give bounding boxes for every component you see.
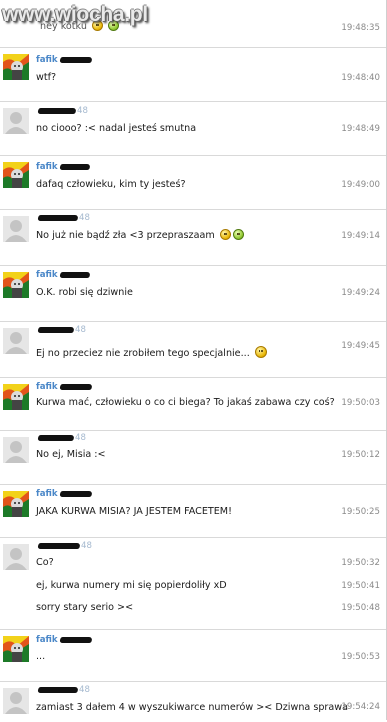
username[interactable]: 48 [36, 106, 88, 116]
message-line: No ej, Misia :< [36, 449, 106, 460]
chat-message: fafik Kurwa mać, człowieku o co ci biega… [0, 378, 387, 431]
username[interactable]: fafik [36, 489, 93, 499]
avatar-default[interactable] [3, 437, 29, 463]
message-time: 19:49:45 [341, 341, 380, 351]
message-line: Kurwa mać, człowieku o co ci biega? To j… [36, 397, 335, 408]
watermark: www.wiocha.pl [2, 3, 148, 26]
message-time: 19:48:35 [341, 23, 380, 33]
message-time: 19:50:41 [341, 581, 380, 591]
username[interactable]: 48 [36, 541, 92, 551]
username[interactable]: fafik [36, 382, 93, 392]
message-time: 19:48:49 [341, 124, 380, 134]
avatar-default[interactable] [3, 544, 29, 570]
avatar-default[interactable] [3, 108, 29, 134]
message-text: dafaq człowieku, kim ty jesteś? [36, 179, 186, 190]
message-time: 19:48:40 [341, 73, 380, 83]
username[interactable]: 48 [36, 685, 90, 695]
username[interactable]: fafik [36, 270, 91, 280]
message-text: No już nie bądź zła <3 przepraszaam [36, 230, 215, 241]
avatar-default[interactable] [3, 328, 29, 354]
avatar-fafik[interactable] [3, 54, 29, 80]
username[interactable]: 48 [36, 433, 86, 443]
chat-message: fafik dafaq człowieku, kim ty jesteś? 19… [0, 156, 387, 210]
chat-message: 48 no ciooo? :< nadal jesteś smutna 19:4… [0, 102, 387, 156]
message-text: Kurwa mać, człowieku o co ci biega? To j… [36, 397, 335, 408]
message-time: 19:49:24 [341, 288, 380, 298]
message-line: no ciooo? :< nadal jesteś smutna [36, 123, 196, 134]
message-line: O.K. robi się dziwnie [36, 287, 133, 298]
avatar-fafik[interactable] [3, 272, 29, 298]
message-text: wtf? [36, 72, 57, 83]
message-time: 19:49:14 [341, 231, 380, 241]
avatar-fafik[interactable] [3, 384, 29, 410]
message-time: 19:50:32 [341, 558, 380, 568]
message-text: sorry stary serio >< [36, 602, 134, 613]
avatar-fafik[interactable] [3, 636, 29, 662]
message-text: ... [36, 651, 46, 662]
message-line: wtf? [36, 72, 56, 83]
message-time: 19:54:24 [341, 702, 380, 712]
avatar-default[interactable] [3, 216, 29, 242]
avatar-fafik[interactable] [3, 491, 29, 517]
chat-log: ney kotku 19:48:35 fafik wtf? 19:48:40 4… [0, 0, 387, 722]
avatar-fafik[interactable] [3, 162, 29, 188]
chat-message: fafik JAKA KURWA MISIA? JA JESTEM FACETE… [0, 485, 387, 538]
chat-message: 48 No ej, Misia :< 19:50:12 [0, 431, 387, 485]
message-time: 19:50:48 [341, 603, 380, 613]
message-time: 19:50:12 [341, 450, 380, 460]
message-line: Ej no przeciez nie zrobiłem tego specjal… [36, 346, 267, 359]
smile-icon [219, 229, 231, 240]
green-smile-icon [232, 229, 244, 240]
chat-message: 48 zamiast 3 dałem 4 w wyszukiwarce nume… [0, 682, 387, 722]
smile-icon [254, 346, 267, 358]
message-line: ej, kurwa numery mi się popierdoliły xD [36, 580, 227, 591]
chat-message: fafik O.K. robi się dziwnie 19:49:24 [0, 266, 387, 322]
message-time: 19:50:25 [341, 507, 380, 517]
message-text: no ciooo? :< nadal jesteś smutna [36, 123, 197, 134]
username[interactable]: 48 [36, 325, 86, 335]
message-line: zamiast 3 dałem 4 w wyszukiwarce numerów… [36, 702, 348, 713]
message-text: ej, kurwa numery mi się popierdoliły xD [36, 580, 227, 591]
chat-message: 48 Ej no przeciez nie zrobiłem tego spec… [0, 322, 387, 378]
message-line: dafaq człowieku, kim ty jesteś? [36, 179, 186, 190]
chat-message: 48 Co? 19:50:32 ej, kurwa numery mi się … [0, 538, 387, 630]
message-line: sorry stary serio >< [36, 602, 133, 613]
message-time: 19:50:03 [341, 398, 380, 408]
message-line: No już nie bądź zła <3 przepraszaam [36, 229, 244, 241]
message-text: Co? [36, 557, 54, 568]
message-text: No ej, Misia :< [36, 449, 106, 460]
username[interactable]: fafik [36, 635, 93, 645]
chat-message: 48 No już nie bądź zła <3 przepraszaam 1… [0, 210, 387, 266]
chat-message: fafik ... 19:50:53 [0, 630, 387, 682]
message-time: 19:49:00 [341, 180, 380, 190]
message-text: zamiast 3 dałem 4 w wyszukiwarce numerów… [36, 702, 348, 713]
message-line: JAKA KURWA MISIA? JA JESTEM FACETEM! [36, 506, 232, 517]
avatar-default[interactable] [3, 688, 29, 714]
username[interactable]: fafik [36, 55, 93, 65]
username[interactable]: 48 [36, 213, 90, 223]
chat-message: fafik wtf? 19:48:40 [0, 48, 387, 102]
username[interactable]: fafik [36, 162, 91, 172]
message-line: Co? [36, 557, 54, 568]
message-line: ... [36, 651, 45, 662]
message-text: Ej no przeciez nie zrobiłem tego specjal… [36, 348, 250, 359]
message-text: JAKA KURWA MISIA? JA JESTEM FACETEM! [36, 506, 232, 517]
message-time: 19:50:53 [341, 652, 380, 662]
message-text: O.K. robi się dziwnie [36, 287, 133, 298]
